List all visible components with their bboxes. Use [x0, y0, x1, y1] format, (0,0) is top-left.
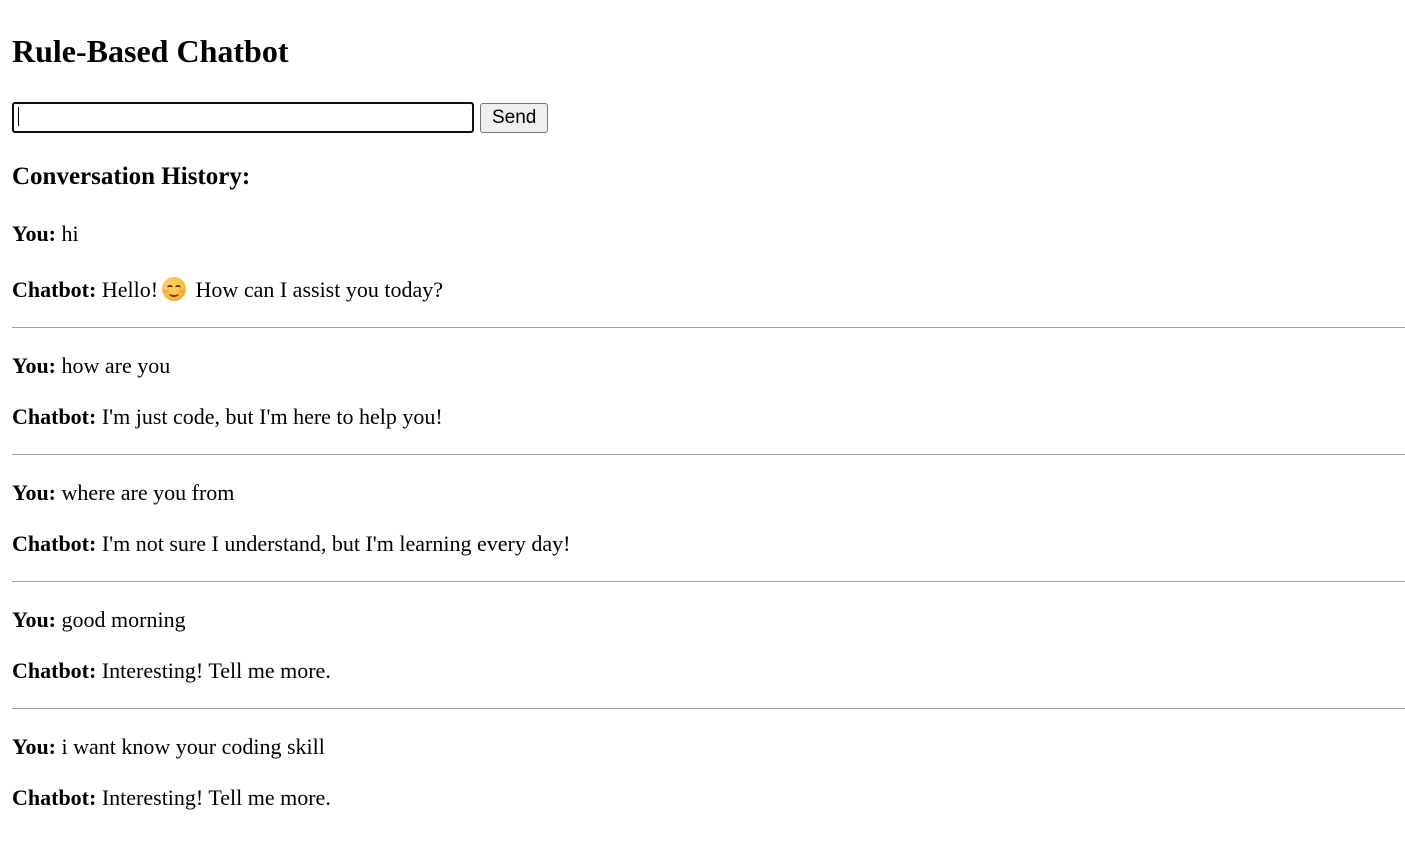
exchange-divider [12, 581, 1405, 582]
user-message: You: hi [12, 218, 1405, 250]
bot-speaker-label: Chatbot: [12, 658, 97, 683]
user-message-text: where are you from [61, 480, 235, 505]
bot-message-text-continued: How can I assist you today? [195, 277, 443, 302]
bot-message-text: I'm not sure I understand, but I'm learn… [101, 531, 571, 556]
exchange-divider [12, 327, 1405, 328]
user-speaker-label: You: [12, 480, 57, 505]
user-message: You: where are you from [12, 477, 1405, 509]
history-heading: Conversation History: [12, 163, 251, 190]
bot-speaker-label: Chatbot: [12, 531, 97, 556]
user-message-text: hi [61, 221, 79, 246]
exchange-divider [12, 454, 1405, 455]
composer: Send [12, 102, 549, 133]
exchange: You: where are you from Chatbot: I'm not… [12, 477, 1405, 582]
send-button[interactable]: Send [480, 102, 549, 133]
bot-message-text: I'm just code, but I'm here to help you! [101, 404, 443, 429]
bot-message: Chatbot: Interesting! Tell me more. [12, 655, 1405, 687]
user-message: You: how are you [12, 350, 1405, 382]
bot-message: Chatbot: Hello! How can I assist you tod… [12, 274, 1405, 306]
user-speaker-label: You: [12, 221, 57, 246]
conversation-history: You: hi Chatbot: Hello! How can I assist… [12, 218, 1405, 814]
bot-message-text: Interesting! Tell me more. [101, 785, 331, 810]
text-caret [18, 107, 19, 126]
bot-speaker-label: Chatbot: [12, 404, 97, 429]
bot-message-text: Hello! [101, 277, 159, 302]
user-speaker-label: You: [12, 607, 57, 632]
user-speaker-label: You: [12, 734, 57, 759]
user-message: You: good morning [12, 604, 1405, 636]
bot-message: Chatbot: Interesting! Tell me more. [12, 782, 1405, 814]
exchange: You: how are you Chatbot: I'm just code,… [12, 350, 1405, 455]
exchange: You: good morning Chatbot: Interesting! … [12, 604, 1405, 709]
user-speaker-label: You: [12, 353, 57, 378]
bot-speaker-label: Chatbot: [12, 277, 97, 302]
user-message-text: good morning [61, 607, 186, 632]
bot-message: Chatbot: I'm not sure I understand, but … [12, 528, 1405, 560]
smiling-face-icon [162, 277, 187, 301]
user-message: You: i want know your coding skill [12, 731, 1405, 763]
exchange-divider [12, 708, 1405, 709]
user-message-text: i want know your coding skill [61, 734, 325, 759]
bot-message: Chatbot: I'm just code, but I'm here to … [12, 401, 1405, 433]
user-message-text: how are you [61, 353, 171, 378]
exchange: You: hi Chatbot: Hello! How can I assist… [12, 218, 1405, 328]
exchange: You: i want know your coding skill Chatb… [12, 731, 1405, 814]
bot-speaker-label: Chatbot: [12, 785, 97, 810]
chatbot-page: Rule-Based Chatbot Send Conversation His… [0, 0, 1405, 841]
bot-message-text: Interesting! Tell me more. [101, 658, 331, 683]
page-title: Rule-Based Chatbot [12, 33, 289, 69]
message-input[interactable] [12, 102, 474, 133]
